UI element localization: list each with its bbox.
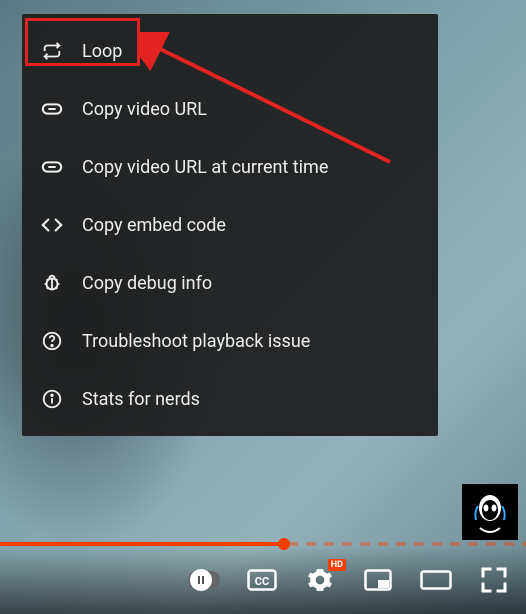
menu-item-label: Stats for nerds <box>82 389 200 410</box>
subtitles-button[interactable]: CC <box>246 564 278 596</box>
menu-item-label: Copy video URL at current time <box>82 157 328 178</box>
autoplay-toggle[interactable] <box>188 564 220 596</box>
context-menu: Loop Copy video URL Copy video URL at cu… <box>22 14 438 436</box>
svg-text:CC: CC <box>255 575 269 588</box>
link-icon <box>40 97 64 121</box>
menu-item-copy-url-time[interactable]: Copy video URL at current time <box>22 138 438 196</box>
menu-item-copy-url[interactable]: Copy video URL <box>22 80 438 138</box>
menu-item-stats[interactable]: Stats for nerds <box>22 370 438 428</box>
menu-item-label: Copy embed code <box>82 215 226 236</box>
menu-item-label: Copy video URL <box>82 99 207 120</box>
player-controls: CC HD <box>0 546 526 614</box>
embed-icon <box>40 213 64 237</box>
bug-icon <box>40 271 64 295</box>
menu-item-copy-debug[interactable]: Copy debug info <box>22 254 438 312</box>
settings-button[interactable]: HD <box>304 564 336 596</box>
menu-item-loop[interactable]: Loop <box>22 22 438 80</box>
theater-mode-button[interactable] <box>420 564 452 596</box>
info-icon <box>40 387 64 411</box>
fullscreen-button[interactable] <box>478 564 510 596</box>
miniplayer-button[interactable] <box>362 564 394 596</box>
menu-item-label: Copy debug info <box>82 273 212 294</box>
menu-item-copy-embed[interactable]: Copy embed code <box>22 196 438 254</box>
link-icon <box>40 155 64 179</box>
hd-badge: HD <box>328 559 346 571</box>
menu-item-label: Loop <box>82 41 122 62</box>
loop-icon <box>40 39 64 63</box>
menu-item-troubleshoot[interactable]: Troubleshoot playback issue <box>22 312 438 370</box>
help-icon <box>40 329 64 353</box>
channel-avatar[interactable] <box>462 484 518 540</box>
menu-item-label: Troubleshoot playback issue <box>82 331 310 352</box>
